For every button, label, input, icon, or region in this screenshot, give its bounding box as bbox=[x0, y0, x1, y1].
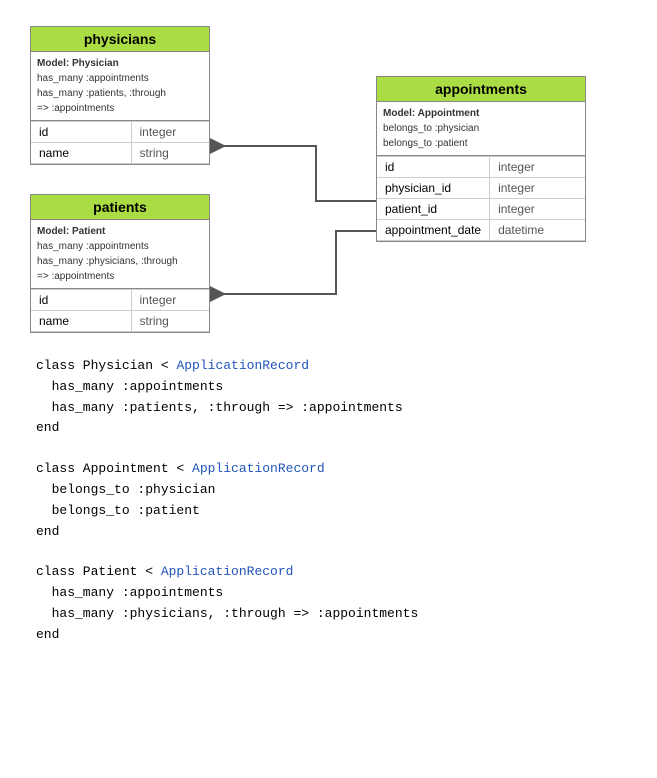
physicians-rows: id integer name string bbox=[31, 121, 209, 164]
physician-code-block: class Physician < ApplicationRecord has_… bbox=[36, 356, 621, 439]
table-row: id integer bbox=[31, 290, 209, 311]
appointments-info: Model: Appointment belongs_to :physician… bbox=[377, 102, 585, 156]
field-type: integer bbox=[490, 199, 585, 220]
code-line: belongs_to :physician bbox=[36, 480, 621, 501]
appointment-code-block: class Appointment < ApplicationRecord be… bbox=[36, 459, 621, 542]
field-type: string bbox=[131, 143, 209, 164]
physicians-header: physicians bbox=[31, 27, 209, 52]
appointments-rows: id integer physician_id integer patient_… bbox=[377, 156, 585, 241]
code-line: belongs_to :patient bbox=[36, 501, 621, 522]
code-section: class Physician < ApplicationRecord has_… bbox=[16, 356, 641, 646]
appointments-header: appointments bbox=[377, 77, 585, 102]
patient-code-block: class Patient < ApplicationRecord has_ma… bbox=[36, 562, 621, 645]
table-row: name string bbox=[31, 311, 209, 332]
field-type: integer bbox=[490, 157, 585, 178]
field-type: integer bbox=[131, 290, 209, 311]
appointments-entity: appointments Model: Appointment belongs_… bbox=[376, 76, 586, 242]
table-row: appointment_date datetime bbox=[377, 220, 585, 241]
patients-header: patients bbox=[31, 195, 209, 220]
code-line: end bbox=[36, 522, 621, 543]
field-name: physician_id bbox=[377, 178, 490, 199]
field-name: appointment_date bbox=[377, 220, 490, 241]
code-line: has_many :appointments bbox=[36, 583, 621, 604]
field-type: string bbox=[131, 311, 209, 332]
physicians-entity: physicians Model: Physician has_many :ap… bbox=[30, 26, 210, 165]
physicians-info: Model: Physician has_many :appointments … bbox=[31, 52, 209, 121]
patients-entity: patients Model: Patient has_many :appoin… bbox=[30, 194, 210, 333]
patient-relation-arrow bbox=[210, 231, 376, 294]
table-row: id integer bbox=[31, 122, 209, 143]
physician-relation-arrow bbox=[210, 146, 376, 201]
field-type: integer bbox=[131, 122, 209, 143]
field-name: id bbox=[31, 122, 131, 143]
code-line: has_many :patients, :through => :appoint… bbox=[36, 398, 621, 419]
field-name: name bbox=[31, 143, 131, 164]
field-name: id bbox=[377, 157, 490, 178]
code-line: end bbox=[36, 418, 621, 439]
patients-rows: id integer name string bbox=[31, 289, 209, 332]
code-line: has_many :appointments bbox=[36, 377, 621, 398]
table-row: patient_id integer bbox=[377, 199, 585, 220]
erd-diagram: physicians Model: Physician has_many :ap… bbox=[16, 16, 641, 336]
code-line: class Patient < ApplicationRecord bbox=[36, 562, 621, 583]
field-name: name bbox=[31, 311, 131, 332]
field-type: datetime bbox=[490, 220, 585, 241]
code-line: class Appointment < ApplicationRecord bbox=[36, 459, 621, 480]
patients-info: Model: Patient has_many :appointments ha… bbox=[31, 220, 209, 289]
code-line: class Physician < ApplicationRecord bbox=[36, 356, 621, 377]
code-line: has_many :physicians, :through => :appoi… bbox=[36, 604, 621, 625]
field-name: patient_id bbox=[377, 199, 490, 220]
table-row: name string bbox=[31, 143, 209, 164]
table-row: id integer bbox=[377, 157, 585, 178]
table-row: physician_id integer bbox=[377, 178, 585, 199]
code-line: end bbox=[36, 625, 621, 646]
field-name: id bbox=[31, 290, 131, 311]
field-type: integer bbox=[490, 178, 585, 199]
